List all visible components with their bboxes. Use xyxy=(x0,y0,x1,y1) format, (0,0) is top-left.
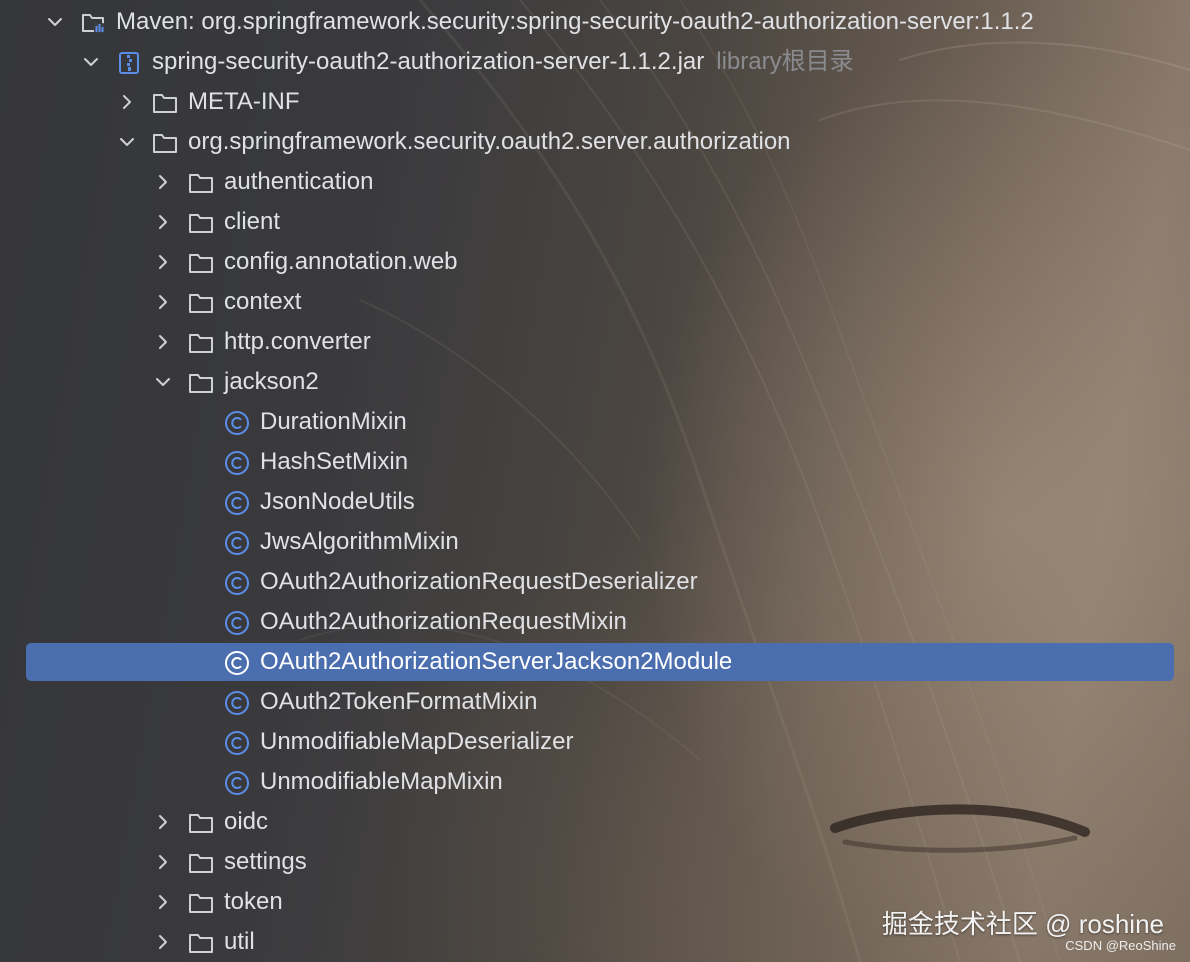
folder-icon xyxy=(189,294,213,313)
tree-label: client xyxy=(224,208,281,235)
folder-icon xyxy=(189,334,213,353)
project-tree: Maven: org.springframework.security:spri… xyxy=(0,0,1190,962)
folder-icon xyxy=(189,814,213,833)
tree-label: JwsAlgorithmMixin xyxy=(260,528,459,555)
tree-label: settings xyxy=(224,848,307,875)
tree-label: util xyxy=(224,928,255,955)
tree-row-class[interactable]: DurationMixin xyxy=(0,402,1190,442)
tree-label: http.converter xyxy=(224,328,371,355)
folder-icon xyxy=(189,854,213,873)
tree-row-class[interactable]: JwsAlgorithmMixin xyxy=(0,522,1190,562)
csdn-watermark: CSDN @ReoShine xyxy=(1065,938,1176,953)
class-icon xyxy=(225,771,249,795)
tree-row-settings[interactable]: settings xyxy=(0,842,1190,882)
tree-row-context[interactable]: context xyxy=(0,282,1190,322)
class-icon xyxy=(225,691,249,715)
tree-label: spring-security-oauth2-authorization-ser… xyxy=(152,47,854,77)
tree-row-class[interactable]: JsonNodeUtils xyxy=(0,482,1190,522)
tree-row-oidc[interactable]: oidc xyxy=(0,802,1190,842)
tree-row-meta-inf[interactable]: META-INF xyxy=(0,82,1190,122)
chevron-right-icon[interactable] xyxy=(152,851,174,873)
tree-label: META-INF xyxy=(188,88,300,115)
class-icon xyxy=(225,411,249,435)
tree-row-class[interactable]: OAuth2TokenFormatMixin xyxy=(0,682,1190,722)
class-icon xyxy=(225,571,249,595)
chevron-down-icon[interactable] xyxy=(44,11,66,33)
class-icon xyxy=(225,731,249,755)
tree-row-package[interactable]: org.springframework.security.oauth2.serv… xyxy=(0,122,1190,162)
chevron-right-icon[interactable] xyxy=(116,91,138,113)
chevron-right-icon[interactable] xyxy=(152,331,174,353)
tree-row-jar[interactable]: spring-security-oauth2-authorization-ser… xyxy=(0,42,1190,82)
chevron-right-icon[interactable] xyxy=(152,291,174,313)
tree-row-jackson2[interactable]: jackson2 xyxy=(0,362,1190,402)
chevron-right-icon[interactable] xyxy=(152,251,174,273)
folder-icon xyxy=(189,254,213,273)
tree-label: OAuth2AuthorizationRequestMixin xyxy=(260,608,627,635)
tree-label: JsonNodeUtils xyxy=(260,488,415,515)
class-icon xyxy=(225,651,249,675)
chevron-down-icon[interactable] xyxy=(116,131,138,153)
chevron-right-icon[interactable] xyxy=(152,811,174,833)
chevron-right-icon[interactable] xyxy=(152,211,174,233)
tree-label: context xyxy=(224,288,302,315)
tree-label: UnmodifiableMapDeserializer xyxy=(260,728,574,755)
class-icon xyxy=(225,611,249,635)
folder-icon xyxy=(189,214,213,233)
tree-label: DurationMixin xyxy=(260,408,407,435)
folder-icon xyxy=(189,934,213,953)
chevron-right-icon[interactable] xyxy=(152,931,174,953)
tree-label: HashSetMixin xyxy=(260,448,409,475)
tree-row-class[interactable]: UnmodifiableMapDeserializer xyxy=(0,722,1190,762)
tree-label: OAuth2AuthorizationRequestDeserializer xyxy=(260,568,698,595)
tree-label: UnmodifiableMapMixin xyxy=(260,768,503,795)
tree-row-http-converter[interactable]: http.converter xyxy=(0,322,1190,362)
tree-row-authentication[interactable]: authentication xyxy=(0,162,1190,202)
jar-name: spring-security-oauth2-authorization-ser… xyxy=(152,48,705,75)
tree-row-class-selected[interactable]: OAuth2AuthorizationServerJackson2Module xyxy=(0,642,1190,682)
chevron-right-icon[interactable] xyxy=(152,891,174,913)
tree-label: Maven: org.springframework.security:spri… xyxy=(116,8,1034,35)
tree-label: oidc xyxy=(224,808,269,835)
folder-icon xyxy=(189,174,213,193)
class-icon xyxy=(225,451,249,475)
tree-row-class[interactable]: OAuth2AuthorizationRequestDeserializer xyxy=(0,562,1190,602)
folder-icon xyxy=(153,134,177,153)
chevron-down-icon[interactable] xyxy=(152,371,174,393)
tree-label: OAuth2TokenFormatMixin xyxy=(260,688,538,715)
chevron-down-icon[interactable] xyxy=(80,51,102,73)
tree-label: org.springframework.security.oauth2.serv… xyxy=(188,128,791,155)
tree-label: token xyxy=(224,888,283,915)
chevron-right-icon[interactable] xyxy=(152,171,174,193)
jar-icon xyxy=(119,52,139,74)
tree-row-class[interactable]: UnmodifiableMapMixin xyxy=(0,762,1190,802)
tree-row-config-annotation-web[interactable]: config.annotation.web xyxy=(0,242,1190,282)
tree-row-class[interactable]: HashSetMixin xyxy=(0,442,1190,482)
tree-label: config.annotation.web xyxy=(224,248,458,275)
tree-row-client[interactable]: client xyxy=(0,202,1190,242)
tree-label: jackson2 xyxy=(224,368,319,395)
tree-label: OAuth2AuthorizationServerJackson2Module xyxy=(260,648,733,675)
folder-icon xyxy=(153,94,177,113)
class-icon xyxy=(225,491,249,515)
library-root-hint: library根目录 xyxy=(716,48,854,75)
juejin-watermark: 掘金技术社区 @ roshine xyxy=(881,909,1164,939)
folder-icon xyxy=(189,894,213,913)
class-icon xyxy=(225,531,249,555)
folder-icon xyxy=(189,374,213,393)
tree-label: authentication xyxy=(224,168,374,195)
tree-row-class[interactable]: OAuth2AuthorizationRequestMixin xyxy=(0,602,1190,642)
maven-library-icon xyxy=(82,14,104,33)
tree-row-maven-library[interactable]: Maven: org.springframework.security:spri… xyxy=(0,2,1190,42)
